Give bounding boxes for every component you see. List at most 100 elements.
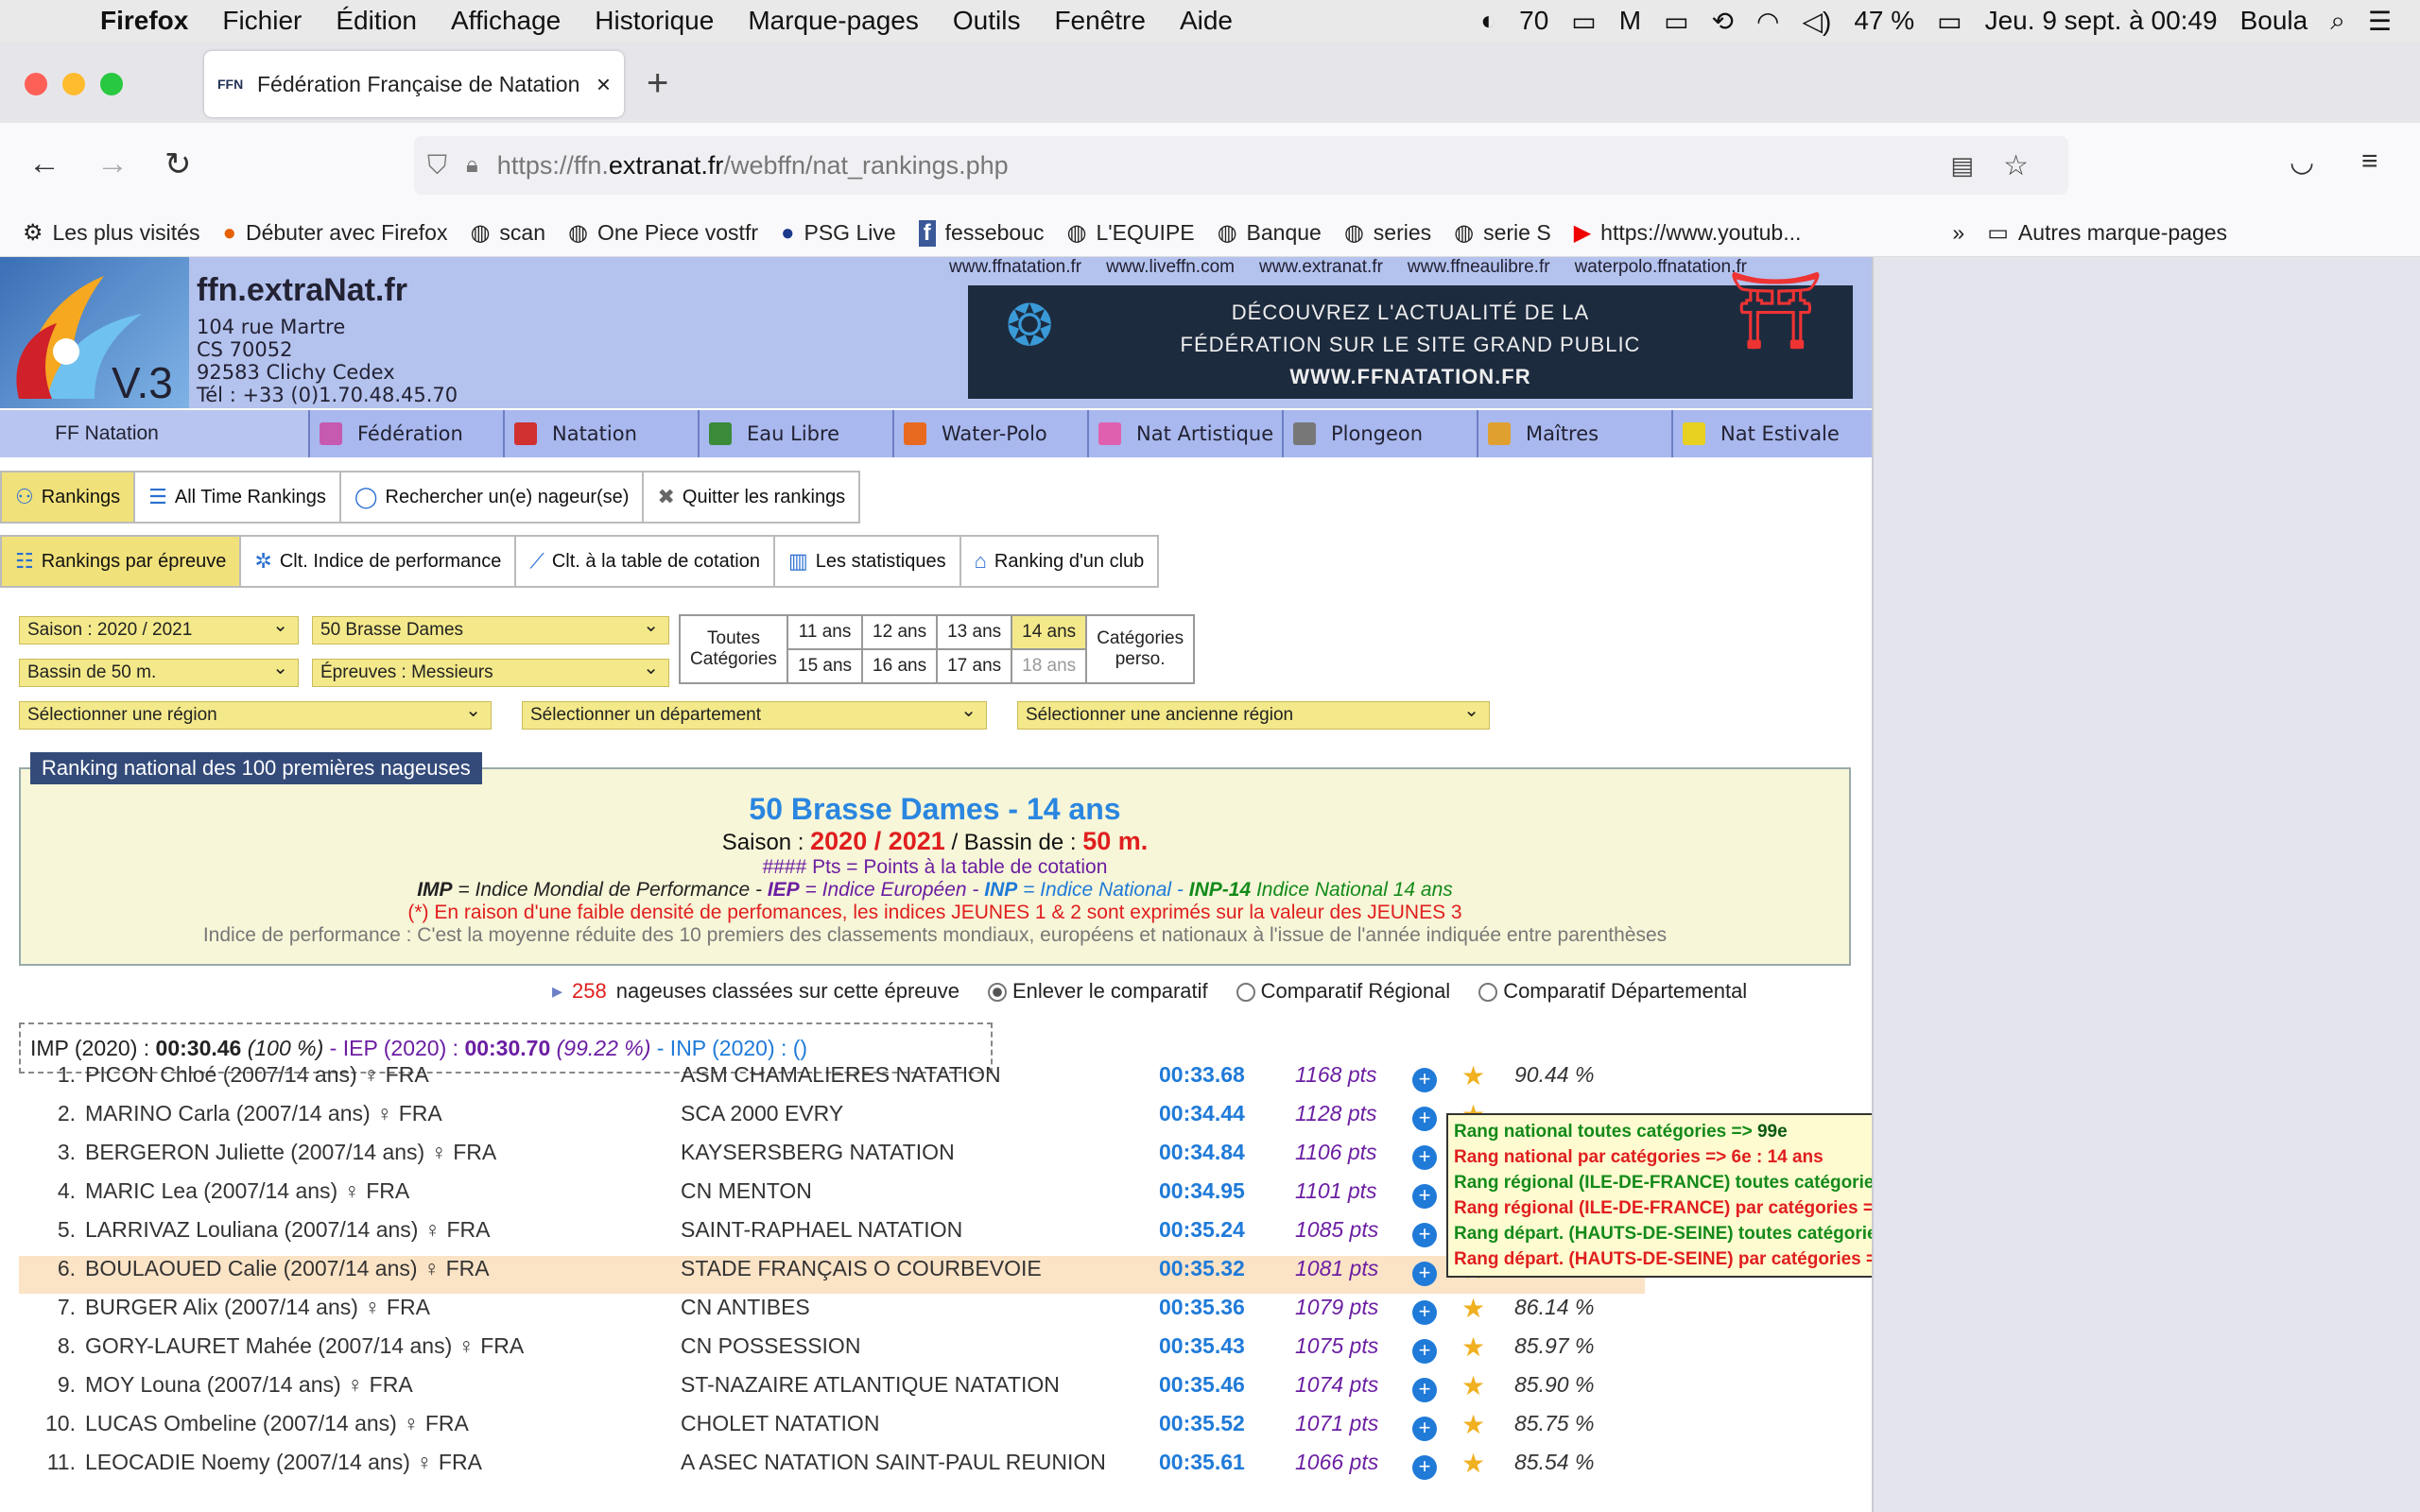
row-swimmer-name[interactable]: MARIC Lea (2007/14 ans) ♀ FRA: [85, 1178, 409, 1204]
plus-circle-icon[interactable]: +: [1412, 1300, 1437, 1325]
bookmark-lequipe[interactable]: ◍ L'EQUIPE: [1067, 219, 1195, 247]
table-row[interactable]: 5. LARRIVAZ Louliana (2007/14 ans) ♀ FRA S…: [19, 1216, 1645, 1255]
bookmark-debuter[interactable]: ● Débuter avec Firefox: [222, 220, 447, 247]
nav-water-polo[interactable]: Water-Polo: [894, 410, 1089, 457]
table-row[interactable]: 1. PICON Chloé (2007/14 ans) ♀ FRA ASM CHA…: [19, 1060, 1645, 1100]
tab-rankings[interactable]: ⚇ Rankings: [0, 471, 136, 524]
plus-circle-icon[interactable]: +: [1412, 1378, 1437, 1402]
star-icon[interactable]: ★: [1461, 1332, 1485, 1363]
bookmark-psg[interactable]: ● PSG Live: [781, 220, 896, 247]
row-time[interactable]: 00:35.24: [1159, 1217, 1245, 1243]
link-liveffn[interactable]: www.liveffn.com: [1106, 257, 1235, 278]
row-time[interactable]: 00:34.84: [1159, 1140, 1245, 1165]
table-row[interactable]: 3. BERGERON Juliette (2007/14 ans) ♀ FRA K…: [19, 1139, 1645, 1177]
row-time[interactable]: 00:33.68: [1159, 1062, 1245, 1088]
tab-par-epreuve[interactable]: ☷ Rankings par épreuve: [0, 535, 242, 588]
bookmark-star-icon[interactable]: ☆: [2003, 149, 2029, 182]
age-toutes[interactable]: Toutes Catégories: [679, 614, 788, 684]
star-icon[interactable]: ★: [1461, 1060, 1485, 1091]
plus-circle-icon[interactable]: +: [1412, 1068, 1437, 1092]
row-club[interactable]: CN MENTON: [681, 1178, 812, 1204]
volume-icon[interactable]: ◁): [1802, 6, 1831, 37]
minimize-window-button[interactable]: [62, 73, 85, 95]
airplay-icon[interactable]: ▭: [1664, 6, 1688, 37]
table-row[interactable]: 4. MARIC Lea (2007/14 ans) ♀ FRA CN MENTON…: [19, 1177, 1645, 1216]
radio-departemental[interactable]: Comparatif Départemental: [1478, 979, 1747, 1004]
menu-app-name[interactable]: Firefox: [100, 6, 188, 36]
table-row[interactable]: 6. BOULAOUED Calie (2007/14 ans) ♀ FRA STA…: [19, 1255, 1645, 1294]
row-club[interactable]: CN POSSESSION: [681, 1333, 860, 1359]
row-club[interactable]: KAYSERSBERG NATATION: [681, 1140, 955, 1165]
row-club[interactable]: ASM CHAMALIERES NATATION: [681, 1062, 1001, 1088]
nav-natation[interactable]: Natation: [505, 410, 700, 457]
tab-statistiques[interactable]: ▥ Les statistiques: [772, 535, 961, 588]
tab-close-icon[interactable]: ×: [596, 70, 611, 99]
spotlight-icon[interactable]: ⌕: [2330, 6, 2345, 37]
row-time[interactable]: 00:35.46: [1159, 1372, 1245, 1398]
epreuve-select[interactable]: 50 Brasse Dames: [312, 613, 669, 644]
row-swimmer-name[interactable]: LUCAS Ombeline (2007/14 ans) ♀ FRA: [85, 1411, 469, 1436]
bookmark-banque[interactable]: ◍ Banque: [1218, 219, 1322, 247]
row-time[interactable]: 00:35.32: [1159, 1256, 1245, 1281]
time-machine-icon[interactable]: ⟲: [1712, 6, 1734, 37]
bookmark-series[interactable]: ◍ series: [1344, 219, 1431, 247]
age-13[interactable]: 13 ans: [936, 614, 1013, 650]
back-icon[interactable]: ←: [28, 146, 60, 182]
app-menu-icon[interactable]: ≡: [2361, 146, 2378, 178]
bassin-select[interactable]: Bassin de 50 m.: [19, 656, 299, 687]
age-11[interactable]: 11 ans: [786, 614, 864, 650]
menu-marque-pages[interactable]: Marque-pages: [748, 6, 919, 36]
row-swimmer-name[interactable]: BERGERON Juliette (2007/14 ans) ♀ FRA: [85, 1140, 496, 1165]
tab-ranking-club[interactable]: ⌂ Ranking d'un club: [959, 535, 1160, 588]
zoom-window-button[interactable]: [100, 73, 123, 95]
region-select[interactable]: Sélectionner une région: [19, 698, 492, 730]
row-club[interactable]: SAINT-RAPHAEL NATATION: [681, 1217, 962, 1243]
age-17[interactable]: 17 ans: [936, 648, 1013, 684]
star-icon[interactable]: ★: [1461, 1448, 1485, 1479]
menu-aide[interactable]: Aide: [1180, 6, 1233, 36]
row-swimmer-name[interactable]: BURGER Alix (2007/14 ans) ♀ FRA: [85, 1295, 430, 1320]
row-swimmer-name[interactable]: LARRIVAZ Louliana (2007/14 ans) ♀ FRA: [85, 1217, 490, 1243]
row-club[interactable]: SCA 2000 EVRY: [681, 1101, 843, 1126]
plus-circle-icon[interactable]: +: [1412, 1339, 1437, 1364]
epreuves-genre-select[interactable]: Épreuves : Messieurs: [312, 656, 669, 687]
bookmark-serie-s[interactable]: ◍ serie S: [1454, 219, 1551, 247]
age-perso[interactable]: Catégories perso.: [1085, 614, 1196, 684]
row-club[interactable]: ST-NAZAIRE ATLANTIQUE NATATION: [681, 1372, 1060, 1398]
site-brand[interactable]: ffn.extraNat.fr: [197, 272, 407, 309]
row-time[interactable]: 00:34.44: [1159, 1101, 1245, 1126]
tab-table-cotation[interactable]: ⟋ Clt. à la table de cotation: [514, 535, 775, 588]
menu-affichage[interactable]: Affichage: [451, 6, 561, 36]
star-icon[interactable]: ★: [1461, 1370, 1485, 1401]
bookmark-scan[interactable]: ◍ scan: [470, 219, 545, 247]
wifi-icon[interactable]: ◠: [1756, 6, 1779, 37]
star-icon[interactable]: ★: [1461, 1409, 1485, 1440]
table-row[interactable]: 11. LEOCADIE Noemy (2007/14 ans) ♀ FRA A A…: [19, 1448, 1645, 1487]
row-time[interactable]: 00:35.52: [1159, 1411, 1245, 1436]
forward-icon[interactable]: →: [96, 146, 129, 182]
row-swimmer-name[interactable]: PICON Chloé (2007/14 ans) ♀ FRA: [85, 1062, 429, 1088]
radio-enlever[interactable]: Enlever le comparatif: [987, 979, 1208, 1004]
star-icon[interactable]: ★: [1461, 1293, 1485, 1324]
plus-circle-icon[interactable]: +: [1412, 1107, 1437, 1131]
table-row[interactable]: 9. MOY Louna (2007/14 ans) ♀ FRA ST-NAZAIR…: [19, 1370, 1645, 1410]
battery-icon[interactable]: ▭: [1571, 6, 1596, 37]
ffn-banner[interactable]: DÉCOUVREZ L'ACTUALITÉ DE LA FÉDÉRATION S…: [968, 273, 1853, 399]
tab-all-time[interactable]: ☰ All Time Rankings: [133, 471, 341, 524]
row-swimmer-name[interactable]: BOULAOUED Calie (2007/14 ans) ♀ FRA: [85, 1256, 490, 1281]
user-name[interactable]: Boula: [2240, 6, 2308, 36]
tab-rechercher[interactable]: ◯ Rechercher un(e) nageur(se): [338, 471, 645, 524]
table-row[interactable]: 10. LUCAS Ombeline (2007/14 ans) ♀ FRA CHO…: [19, 1409, 1645, 1449]
bookmark-autres[interactable]: ▭ Autres marque-pages: [1987, 219, 2227, 247]
bookmark-plus-visites[interactable]: ⚙ Les plus visités: [23, 219, 199, 247]
mail-icon[interactable]: M: [1619, 6, 1641, 36]
age-14[interactable]: 14 ans: [1011, 614, 1088, 650]
nav-ff-natation[interactable]: FF Natation: [0, 410, 310, 457]
browser-tab[interactable]: FFN Fédération Française de Natation ×: [204, 51, 624, 117]
plus-circle-icon[interactable]: +: [1412, 1145, 1437, 1170]
table-row[interactable]: 2. MARINO Carla (2007/14 ans) ♀ FRA SCA 20…: [19, 1100, 1645, 1139]
row-swimmer-name[interactable]: LEOCADIE Noemy (2007/14 ans) ♀ FRA: [85, 1450, 482, 1475]
clock[interactable]: Jeu. 9 sept. à 00:49: [1985, 6, 2218, 36]
shield-icon[interactable]: ⛉: [427, 150, 447, 181]
row-club[interactable]: STADE FRANÇAIS O COURBEVOIE: [681, 1256, 1042, 1281]
